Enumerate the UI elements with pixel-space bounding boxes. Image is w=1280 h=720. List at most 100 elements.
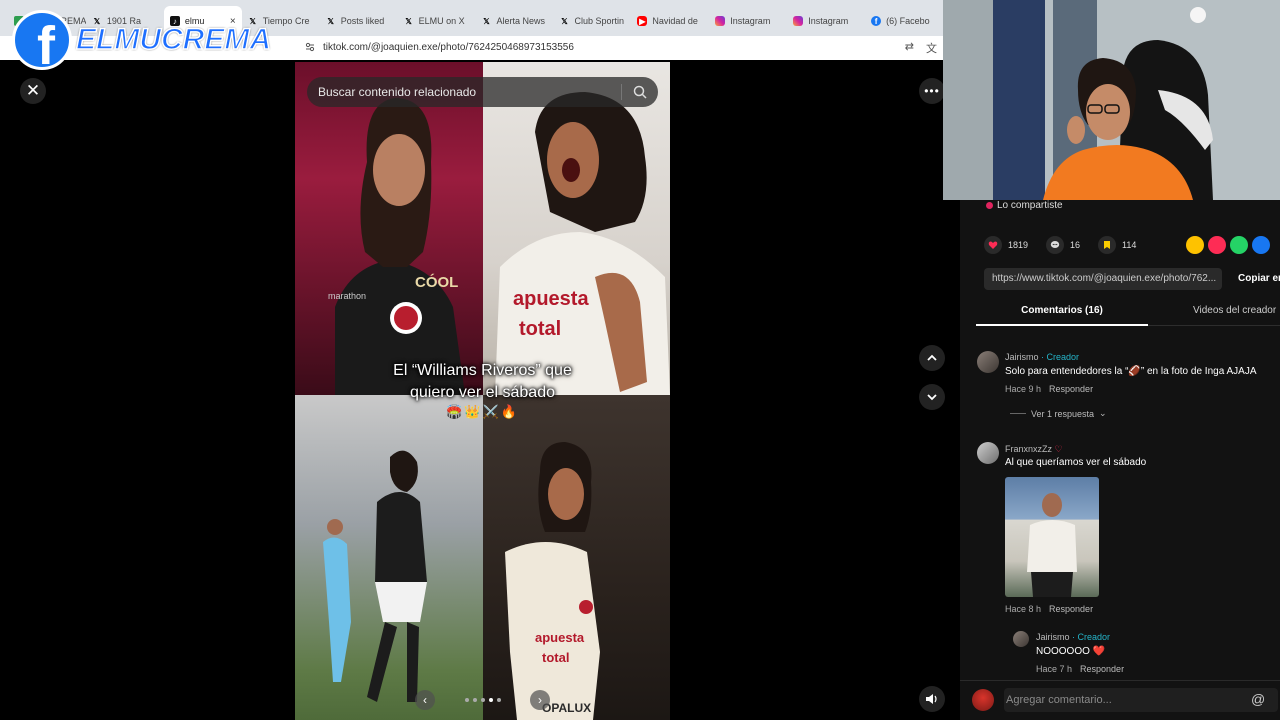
webcam-overlay [943,0,1280,200]
x-logo-icon: 𝕏 [483,16,490,26]
comment-meta: Hace 8 h Responder [1005,604,1094,614]
reply-button[interactable]: Responder [1049,604,1093,614]
browser-tab[interactable]: 𝕏 ELMU on X [398,6,476,36]
comments-panel: Lo compartiste 1819 16 114 https://www.t… [960,200,1280,720]
reply-button[interactable]: Responder [1049,384,1093,394]
speaker-icon [926,694,937,704]
page-dot[interactable] [464,698,469,702]
browser-tab[interactable]: 𝕏 Club Sportin [553,6,631,36]
send-icon[interactable] [1208,236,1226,254]
facebook-icon: f [871,16,882,26]
browser-tab[interactable]: f (6) Facebo [865,6,943,36]
comment-text: Solo para entendedores la “🏈” en la foto… [1005,366,1257,377]
chevron-up-icon [927,354,937,361]
comment-image-figure [1027,493,1077,597]
avatar[interactable] [977,351,999,373]
reply-button[interactable]: Responder [1080,664,1124,674]
previous-post-button[interactable] [919,345,945,371]
avatar[interactable] [977,442,999,464]
user-avatar[interactable] [972,689,994,711]
streamer-figure [943,0,1280,200]
heart-icon: ♡ [1054,444,1063,454]
x-logo-icon: 𝕏 [405,16,412,26]
comment-bubble-icon[interactable] [1046,236,1065,254]
translate-page-icon[interactable]: 文 [926,40,937,56]
panel-tabs: Comentarios (16) Videos del creador [976,300,1280,326]
panel-sponsor-text: marathon [328,291,366,301]
next-post-button[interactable] [919,384,945,410]
comment-meta: Hace 7 h Responder [1036,664,1125,674]
avatar[interactable] [1013,631,1029,647]
facebook-share-icon[interactable] [1252,236,1270,254]
comment-count: 16 [1070,240,1081,250]
comment-username[interactable]: FranxnxzZz ♡ [1005,444,1063,455]
add-comment-input[interactable]: Agregar comentario... [1004,688,1278,712]
comment-text: NOOOOOO ❤️ [1036,646,1106,657]
save-count: 114 [1122,240,1137,250]
brand-name: ELMUCREMA [75,22,272,57]
view-replies-button[interactable]: Ver 1 respuesta ⌄ [1010,408,1107,419]
browser-tab[interactable]: Instagram [787,6,865,36]
search-icon[interactable] [632,84,648,100]
related-search-input[interactable]: Buscar contenido relacionado [307,77,658,107]
panel-sponsor-text: total [519,318,561,340]
caption-line: quiero ver el sábado [410,384,555,401]
instagram-icon [793,16,804,26]
page-dot[interactable] [472,698,477,702]
panel-sponsor-text: apuesta [513,288,589,310]
page-dots [464,698,501,702]
engagement-stats: 1819 16 114 [984,236,1148,254]
chevron-down-icon [927,394,937,401]
post-caption: El “Williams Riveros” que quiero ver el … [295,360,670,404]
x-logo-icon: 𝕏 [327,16,334,26]
translate-icon[interactable]: ⇄ [905,40,914,56]
page-dot[interactable] [496,698,501,702]
comment-attached-image[interactable] [1005,477,1099,597]
previous-photo-button[interactable]: ‹ [415,690,435,710]
url-text[interactable]: tiktok.com/@joaquien.exe/photo/762425046… [323,42,574,53]
browser-tab[interactable]: Instagram [709,6,787,36]
volume-button[interactable] [919,686,945,712]
search-placeholder: Buscar contenido relacionado [318,85,477,99]
youtube-icon: ▶ [637,16,648,26]
mention-icon[interactable]: @ [1251,691,1265,707]
add-comment-bar: Agregar comentario... @ [960,680,1280,720]
instagram-icon [715,16,726,26]
comment-username[interactable]: Jairismo · Creador [1005,352,1079,362]
facebook-logo-icon: f [12,10,72,70]
shared-indicator: Lo compartiste [986,200,1063,211]
search-divider [621,84,622,100]
tab-comments[interactable]: Comentarios (16) [976,300,1148,326]
tab-creator-videos[interactable]: Videos del creador [1193,300,1276,322]
site-info-icon[interactable] [305,42,315,52]
close-button[interactable]: ✕ [20,78,46,104]
caption-line: El “Williams Riveros” que [393,362,572,379]
repost-icon[interactable] [1186,236,1204,254]
comment-username[interactable]: Jairismo · Creador [1036,632,1110,642]
channel-watermark: f ELMUCREMA [12,10,272,70]
page-dot[interactable] [480,698,485,702]
like-heart-icon[interactable] [984,236,1002,254]
share-icons [1186,236,1270,254]
x-logo-icon: 𝕏 [561,16,568,26]
share-dot-icon [986,202,993,209]
browser-tab[interactable]: ▶ Navidad de [631,6,709,36]
panel-sponsor-text: CÓOL [415,273,458,291]
more-options-icon[interactable]: ••• [919,78,945,104]
caption-emojis: 🏟️👑⚔️🔥 [446,404,519,419]
panel-sponsor-text: total [542,650,569,665]
share-url-field[interactable]: https://www.tiktok.com/@joaquien.exe/pho… [984,268,1222,290]
page-dot-active[interactable] [488,698,493,702]
photo-viewer: ✕ ••• CÓOL marathon apuesta total apuest… [0,62,960,720]
next-photo-button[interactable]: › [530,690,550,710]
comment-text: Al que queríamos ver el sábado [1005,457,1147,468]
browser-tab[interactable]: 𝕏 Alerta News [476,6,554,36]
post-photo[interactable]: CÓOL marathon apuesta total apuesta tota… [295,62,670,720]
copy-link-button[interactable]: Copiar enlace [1238,273,1280,284]
browser-tab[interactable]: 𝕏 Posts liked [320,6,398,36]
bookmark-icon[interactable] [1098,236,1117,254]
comment-meta: Hace 9 h Responder [1005,384,1094,394]
screen: ELMUCREMA 𝕏1901 Ra ♪elmu× 𝕏Tiempo Cre 𝕏P… [0,0,1280,720]
whatsapp-icon[interactable] [1230,236,1248,254]
panel-sponsor-text: apuesta [535,630,585,645]
